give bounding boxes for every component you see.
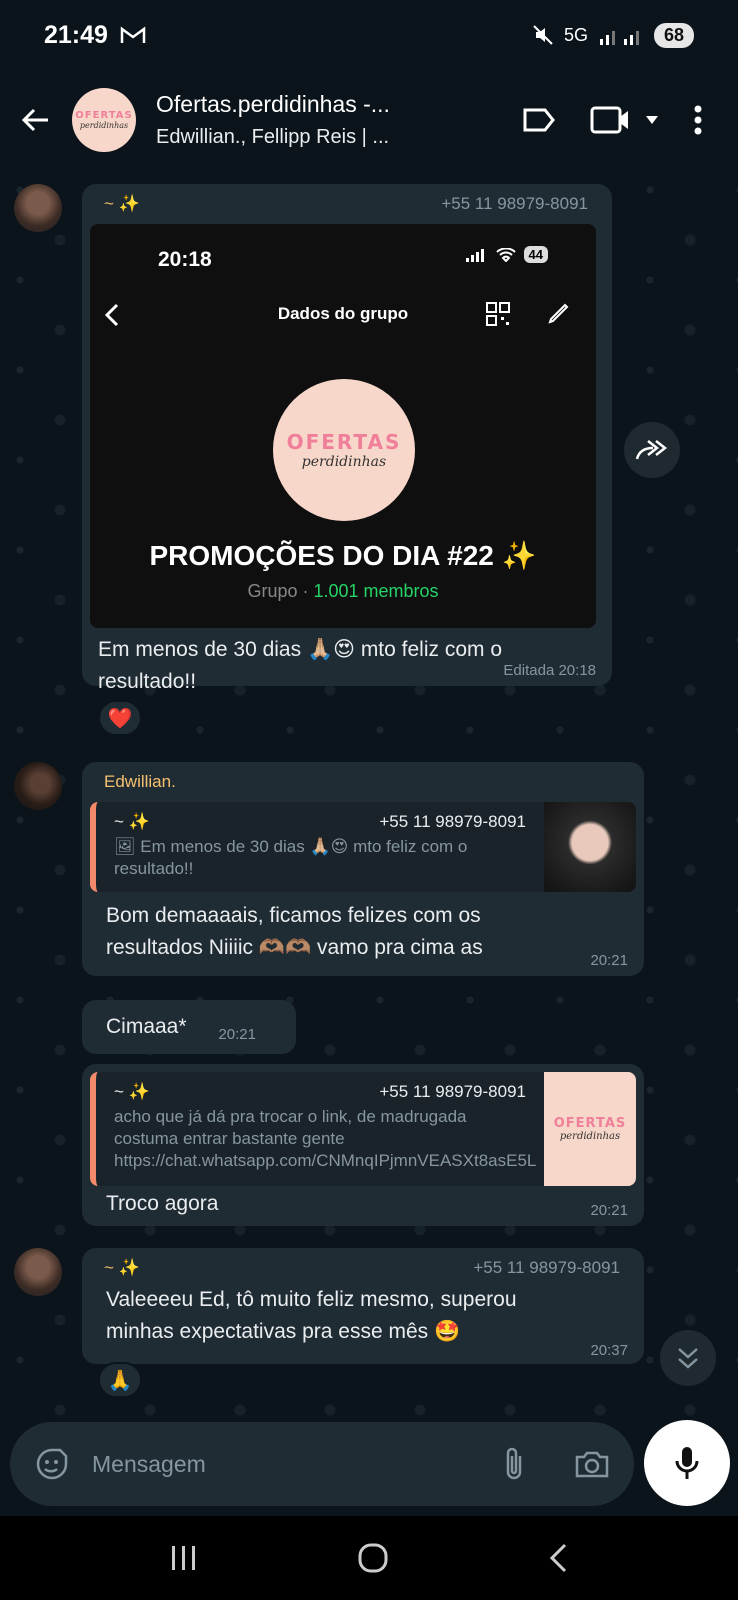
microphone-icon <box>675 1447 699 1479</box>
home-icon[interactable] <box>357 1542 389 1574</box>
chat-header: OFERTAS perdidinhas Ofertas.perdidinhas … <box>0 70 738 170</box>
thumb-logo-bottom: perdidinhas <box>559 1131 621 1142</box>
status-bar: 21:49 5G 68 <box>0 0 738 70</box>
voice-record-button[interactable] <box>644 1420 730 1506</box>
forward-button[interactable] <box>624 422 680 478</box>
sender-avatar[interactable] <box>14 184 62 232</box>
sender-row: Edwillian. <box>82 762 644 792</box>
sender-row: ~ ✨ +55 11 98979-8091 <box>82 1248 644 1278</box>
reaction-badge[interactable]: 🙏 <box>98 1362 142 1398</box>
embed-wifi-icon <box>495 247 516 262</box>
sender-name[interactable]: Edwillian. <box>104 772 176 791</box>
message-composer: Mensagem <box>10 1422 634 1506</box>
sender-avatar[interactable] <box>14 762 62 810</box>
system-navbar <box>0 1516 738 1600</box>
sender-row: ~ ✨ +55 11 98979-8091 <box>82 184 612 214</box>
message-line: Valeeeeu Ed, tô muito feliz mesmo, super… <box>106 1288 517 1311</box>
message-text: Cimaaa* <box>106 1015 187 1038</box>
message-text: Bom demaaaais, ficamos felizes com os re… <box>106 900 626 964</box>
embed-group-name: PROMOÇÕES DO DIA #22 ✨ <box>149 540 537 571</box>
video-call-icon[interactable] <box>590 105 660 135</box>
embed-battery: 44 <box>523 246 548 263</box>
message-text: Valeeeeu Ed, tô muito feliz mesmo, super… <box>106 1284 626 1348</box>
message-bubble[interactable]: Cimaaa* 20:21 <box>82 1000 296 1054</box>
message-line: minhas expectativas pra esse mês 🤩 <box>106 1320 461 1343</box>
status-icons: 5G 68 <box>532 22 694 48</box>
composer-actions <box>502 1446 610 1482</box>
embed-logo-bottom: perdidinhas <box>301 454 387 470</box>
embed-group-label: Grupo · <box>247 581 314 601</box>
quote-header: ~ ✨ +55 11 98979-8091 <box>96 802 536 832</box>
back-button[interactable] <box>0 70 72 170</box>
sticker-icon[interactable] <box>34 1446 70 1482</box>
header-actions <box>522 105 738 135</box>
double-chevron-down-icon <box>678 1348 698 1369</box>
chat-members: Edwillian., Fellipp Reis | ... <box>156 126 390 148</box>
sender-avatar[interactable] <box>14 1248 62 1296</box>
message-time: 20:21 <box>590 952 628 969</box>
embed-time: 20:18 <box>158 248 212 271</box>
group-avatar[interactable]: OFERTAS perdidinhas <box>72 88 136 152</box>
back-arrow-icon <box>21 108 48 132</box>
embed-qr-icon <box>486 302 510 326</box>
sender-name[interactable]: ~ ✨ <box>104 194 140 214</box>
recents-icon[interactable] <box>169 1544 199 1572</box>
label-icon[interactable] <box>522 106 556 134</box>
sender-name[interactable]: ~ ✨ <box>104 1258 140 1278</box>
battery-indicator: 68 <box>653 22 694 48</box>
more-options-icon[interactable] <box>694 105 702 135</box>
scroll-down-button[interactable] <box>660 1330 716 1386</box>
image-attachment[interactable]: 20:18 44 Dados do grupo OFERTAS perdidin… <box>90 224 596 628</box>
header-info[interactable]: Ofertas.perdidinhas -... Edwillian., Fel… <box>156 91 416 149</box>
mute-icon <box>532 24 554 46</box>
message-meta: Editada 20:18 <box>503 662 596 679</box>
quoted-message[interactable]: ~ ✨ +55 11 98979-8091 acho que já dá pra… <box>90 1072 636 1186</box>
chat-title: Ofertas.perdidinhas -... <box>156 91 390 117</box>
nav-back-icon[interactable] <box>547 1542 569 1574</box>
quote-header: ~ ✨ +55 11 98979-8091 <box>96 1072 536 1102</box>
message-bubble[interactable]: ~ ✨ +55 11 98979-8091 acho que já dá pra… <box>82 1064 644 1226</box>
embed-member-count: 1.001 membros <box>313 581 439 601</box>
sender-phone: +55 11 98979-8091 <box>473 1258 620 1277</box>
quote-sender: ~ ✨ <box>114 812 150 831</box>
reaction-badge[interactable]: ❤️ <box>98 700 142 736</box>
embed-group-logo: OFERTAS perdidinhas <box>273 379 415 521</box>
embed-screen-title: Dados do grupo <box>277 304 409 323</box>
message-input[interactable]: Mensagem <box>92 1451 502 1478</box>
embed-logo-top: OFERTAS <box>286 430 402 454</box>
camera-icon[interactable] <box>574 1449 610 1479</box>
avatar-logo-top: OFERTAS <box>75 110 133 121</box>
attach-icon[interactable] <box>502 1446 526 1482</box>
embed-group-info: Grupo · 1.001 membros <box>90 581 596 602</box>
network-type: 5G <box>563 24 588 45</box>
gmail-icon <box>120 25 146 45</box>
quote-thumbnail: OFERTAS perdidinhas <box>544 1072 636 1186</box>
quote-phone: +55 11 98979-8091 <box>379 812 526 831</box>
quote-text: acho que já dá pra trocar o link, de mad… <box>114 1107 536 1170</box>
message-text: Troco agora <box>106 1192 219 1215</box>
message-bubble[interactable]: ~ ✨ +55 11 98979-8091 20:18 44 Dados do … <box>82 184 612 693</box>
message-time: 20:21 <box>218 1026 256 1043</box>
message-line: resultados Niiiic 🫶🏽🫶🏽 vamo pra cima as <box>106 936 483 959</box>
quote-text: 🖼 Em menos de 30 dias 🙏🏼😍 mto feliz com … <box>114 837 468 878</box>
thumb-logo-top: OFERTAS <box>553 1116 627 1131</box>
quoted-message[interactable]: ~ ✨ +55 11 98979-8091 🖼 Em menos de 30 d… <box>90 802 636 892</box>
message-bubble[interactable]: Edwillian. ~ ✨ +55 11 98979-8091 🖼 Em me… <box>82 762 644 976</box>
message-time: 20:21 <box>590 1202 628 1219</box>
embed-edit-icon <box>548 302 570 324</box>
message-line: Bom demaaaais, ficamos felizes com os <box>106 904 481 927</box>
status-time: 21:49 <box>44 20 108 49</box>
chat-area[interactable]: ~ ✨ +55 11 98979-8091 20:18 44 Dados do … <box>0 170 738 1422</box>
sender-phone: +55 11 98979-8091 <box>441 194 588 213</box>
embed-signal-icon <box>465 248 484 262</box>
avatar-logo-bottom: perdidinhas <box>79 121 129 130</box>
message-bubble[interactable]: ~ ✨ +55 11 98979-8091 Valeeeeu Ed, tô mu… <box>82 1248 644 1364</box>
quote-phone: +55 11 98979-8091 <box>379 1082 526 1101</box>
quote-thumbnail <box>544 802 636 892</box>
signal-icon <box>598 25 644 45</box>
embed-status-icons: 44 <box>465 246 548 263</box>
quote-sender: ~ ✨ <box>114 1082 150 1101</box>
forward-icon <box>635 440 668 460</box>
message-time: 20:37 <box>590 1342 628 1359</box>
